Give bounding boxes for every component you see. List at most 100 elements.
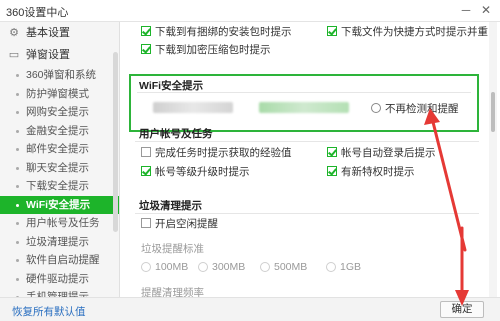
section-title-junk: 垃圾清理提示 bbox=[139, 200, 202, 212]
sidebar-item-label: 软件自启动提醒 bbox=[26, 254, 100, 266]
sidebar: ⚙ 基本设置 ▭ 弹窗设置 360弹窗和系统防护弹窗模式网购安全提示 金融安全提示… bbox=[0, 22, 120, 297]
wifi-section: WiFi安全提示 不再检测和提醒 bbox=[129, 74, 479, 132]
sidebar-item[interactable]: 邮件安全提示 bbox=[0, 140, 119, 159]
sidebar-item[interactable]: 防护弹窗模式 bbox=[0, 85, 119, 104]
bullet-icon bbox=[16, 74, 19, 77]
size-option-300mb[interactable]: 300MB bbox=[198, 259, 245, 275]
sidebar-item-label: 360弹窗和系统 bbox=[26, 69, 97, 81]
title-bar: 360设置中心 ─ ✕ bbox=[0, 0, 500, 22]
radio-button[interactable] bbox=[141, 262, 151, 272]
sidebar-item[interactable]: 网购安全提示 bbox=[0, 103, 119, 122]
option-label: 开启空闲提醒 bbox=[155, 217, 218, 230]
bullet-icon bbox=[16, 203, 19, 207]
option-bundle-installer[interactable]: 下载到有捆绑的安装包时提示 bbox=[141, 23, 292, 39]
checkbox[interactable] bbox=[327, 147, 337, 157]
sidebar-item[interactable]: 金融安全提示 bbox=[0, 122, 119, 141]
radio-button[interactable] bbox=[371, 103, 381, 113]
bullet-icon bbox=[16, 111, 19, 114]
radio-button[interactable] bbox=[260, 262, 270, 272]
option-label: 100MB bbox=[155, 261, 189, 273]
option-label: 不再检测和提醒 bbox=[385, 102, 459, 115]
sidebar-item[interactable]: 硬件驱动提示 bbox=[0, 270, 119, 289]
option-task-exp[interactable]: 完成任务时提示获取的经验值 bbox=[141, 144, 292, 160]
option-label: 下载到有捆绑的安装包时提示 bbox=[155, 25, 292, 38]
bullet-icon bbox=[16, 166, 19, 170]
gear-icon: ⚙ bbox=[9, 27, 19, 39]
checkbox[interactable] bbox=[141, 166, 151, 176]
content-scrollbar[interactable] bbox=[489, 22, 497, 297]
divider bbox=[135, 213, 479, 214]
option-label: 帐号自动登录后提示 bbox=[341, 146, 436, 159]
option-label: 500MB bbox=[274, 261, 308, 273]
restore-defaults-link[interactable]: 恢复所有默认值 bbox=[12, 304, 86, 319]
threshold-label: 垃圾提醒标准 bbox=[141, 242, 204, 255]
sidebar-item[interactable]: 软件自启动提醒 bbox=[0, 251, 119, 270]
option-label: 帐号等级升级时提示 bbox=[155, 165, 250, 178]
window-icon: ▭ bbox=[8, 49, 20, 61]
sidebar-item[interactable]: WiFi安全提示 bbox=[0, 195, 119, 214]
bullet-icon bbox=[16, 277, 19, 281]
bullet-icon bbox=[16, 148, 19, 151]
checkbox[interactable] bbox=[141, 218, 151, 228]
bullet-icon bbox=[16, 222, 19, 225]
sidebar-item-label: 用户帐号及任务 bbox=[26, 217, 100, 229]
option-encrypted-archive[interactable]: 下载到加密压缩包时提示 bbox=[141, 41, 271, 57]
radio-button[interactable] bbox=[326, 262, 336, 272]
bullet-icon bbox=[16, 92, 19, 96]
size-option-100mb[interactable]: 100MB bbox=[141, 259, 188, 275]
ok-button[interactable]: 确定 bbox=[440, 301, 484, 318]
bullet-icon bbox=[16, 129, 19, 133]
minimize-icon[interactable]: ─ bbox=[458, 2, 474, 18]
sidebar-item[interactable]: 下载安全提示 bbox=[0, 177, 119, 196]
bullet-icon bbox=[16, 259, 19, 262]
option-label: 下载文件为快捷方式时提示并重命名 bbox=[341, 25, 488, 38]
bullet-icon bbox=[16, 185, 19, 188]
checkbox[interactable] bbox=[141, 147, 151, 157]
settings-panel: 下载到有捆绑的安装包时提示 下载文件为快捷方式时提示并重命名 下载到加密压缩包时… bbox=[121, 22, 488, 297]
sidebar-item[interactable]: 手机管理提示 bbox=[0, 288, 119, 297]
scrollbar-thumb[interactable] bbox=[491, 92, 495, 132]
sidebar-item[interactable]: 垃圾清理提示 bbox=[0, 233, 119, 252]
sidebar-item[interactable]: 用户帐号及任务 bbox=[0, 214, 119, 233]
sidebar-item[interactable]: 360弹窗和系统 bbox=[0, 66, 119, 85]
size-option-500mb[interactable]: 500MB bbox=[260, 259, 307, 275]
option-auto-login[interactable]: 帐号自动登录后提示 bbox=[327, 144, 436, 160]
sidebar-item[interactable]: 聊天安全提示 bbox=[0, 159, 119, 178]
sidebar-item-label: 金融安全提示 bbox=[26, 124, 89, 137]
divider bbox=[135, 141, 479, 142]
sidebar-item-label: 垃圾清理提示 bbox=[26, 235, 89, 248]
blurred-option bbox=[259, 102, 349, 113]
option-label: 1GB bbox=[340, 261, 362, 273]
checkbox[interactable] bbox=[141, 44, 151, 54]
sidebar-category-popup[interactable]: ▭ 弹窗设置 bbox=[0, 44, 119, 66]
sidebar-item-label: 下载安全提示 bbox=[26, 180, 89, 192]
sidebar-item-label: 聊天安全提示 bbox=[26, 161, 89, 174]
option-new-privilege[interactable]: 有新特权时提示 bbox=[327, 163, 415, 179]
bullet-icon bbox=[16, 240, 19, 244]
sidebar-item-label: 硬件驱动提示 bbox=[26, 272, 89, 285]
sidebar-category-label: 弹窗设置 bbox=[26, 49, 70, 61]
close-icon[interactable]: ✕ bbox=[478, 2, 494, 18]
sidebar-item-label: 网购安全提示 bbox=[26, 106, 89, 118]
option-idle-reminder[interactable]: 开启空闲提醒 bbox=[141, 215, 218, 231]
checkbox[interactable] bbox=[141, 26, 151, 36]
size-option-1gb[interactable]: 1GB bbox=[326, 259, 361, 275]
option-shortcut-rename[interactable]: 下载文件为快捷方式时提示并重命名 bbox=[327, 23, 488, 39]
sidebar-category-label: 基本设置 bbox=[26, 27, 70, 39]
divider bbox=[137, 92, 471, 93]
radio-button[interactable] bbox=[198, 262, 208, 272]
option-level-up[interactable]: 帐号等级升级时提示 bbox=[141, 163, 250, 179]
sidebar-category-basic[interactable]: ⚙ 基本设置 bbox=[0, 22, 119, 44]
section-title-wifi: WiFi安全提示 bbox=[139, 80, 204, 92]
sidebar-item-label: WiFi安全提示 bbox=[26, 198, 91, 211]
sidebar-scrollbar[interactable] bbox=[113, 52, 118, 232]
window-title: 360设置中心 bbox=[6, 7, 69, 19]
checkbox[interactable] bbox=[327, 26, 337, 36]
option-label: 下载到加密压缩包时提示 bbox=[155, 43, 271, 56]
section-title-account: 用户帐号及任务 bbox=[139, 128, 213, 140]
frequency-label: 提醒清理频率 bbox=[141, 286, 204, 298]
checkbox[interactable] bbox=[327, 166, 337, 176]
footer-bar: 恢复所有默认值 确定 bbox=[0, 297, 500, 321]
option-label: 完成任务时提示获取的经验值 bbox=[155, 146, 292, 159]
option-stop-detecting[interactable]: 不再检测和提醒 bbox=[371, 100, 459, 116]
